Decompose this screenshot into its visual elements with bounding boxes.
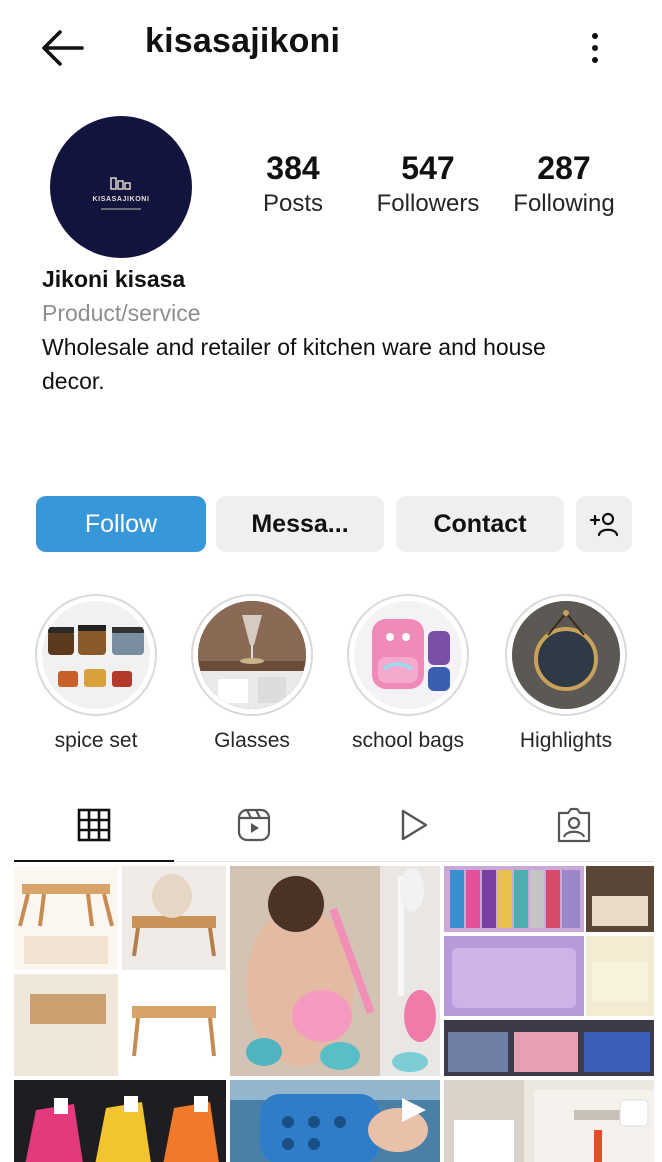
highlight-school-bags[interactable]: school bags bbox=[346, 594, 470, 754]
tab-posts-grid[interactable] bbox=[14, 790, 174, 860]
following-count: 287 bbox=[537, 150, 591, 186]
highlight-ring bbox=[505, 594, 627, 716]
post-thumbnail[interactable] bbox=[444, 866, 654, 1076]
highlight-thumbnail bbox=[42, 601, 150, 709]
highlight-spice-set[interactable]: spice set bbox=[34, 594, 158, 754]
more-options-button[interactable] bbox=[580, 28, 610, 68]
highlight-thumbnail bbox=[512, 601, 620, 709]
content-tabs bbox=[14, 790, 654, 864]
post-thumbnail[interactable] bbox=[14, 866, 226, 1076]
contact-button[interactable]: Contact bbox=[396, 496, 564, 552]
posts-count: 384 bbox=[266, 150, 320, 186]
highlight-label: spice set bbox=[54, 729, 138, 752]
following-label: Following bbox=[513, 190, 615, 217]
tab-videos[interactable] bbox=[334, 790, 494, 860]
highlight-ring bbox=[35, 594, 157, 716]
highlight-thumbnail bbox=[198, 601, 306, 709]
reels-icon bbox=[237, 808, 271, 842]
highlight-label: school bags bbox=[351, 729, 465, 752]
highlight-label: Highlights bbox=[519, 729, 613, 752]
tab-tagged[interactable] bbox=[494, 790, 654, 860]
highlight-thumbnail bbox=[354, 601, 462, 709]
followers-count: 547 bbox=[401, 150, 455, 186]
message-button[interactable]: Messa... bbox=[216, 496, 384, 552]
followers-stat[interactable]: 547 Followers bbox=[365, 148, 491, 220]
brand-logo-icon bbox=[110, 177, 131, 190]
avatar-logo-text: KISASAJIKONI bbox=[92, 196, 150, 203]
highlight-ring bbox=[347, 594, 469, 716]
more-vertical-icon bbox=[592, 33, 598, 63]
profile-category: Product/service bbox=[42, 300, 201, 326]
post-thumbnail[interactable] bbox=[230, 1080, 440, 1162]
tab-reels[interactable] bbox=[174, 790, 334, 860]
followers-label: Followers bbox=[376, 190, 480, 217]
bio-text: Wholesale and retailer of kitchen ware a… bbox=[42, 334, 546, 394]
highlight-ring bbox=[191, 594, 313, 716]
active-tab-indicator bbox=[14, 860, 174, 862]
display-name: Jikoni kisasa bbox=[42, 266, 186, 292]
follow-button[interactable]: Follow bbox=[36, 496, 206, 552]
post-thumbnail[interactable] bbox=[230, 866, 440, 1076]
post-thumbnail[interactable] bbox=[14, 1080, 226, 1162]
following-stat[interactable]: 287 Following bbox=[500, 148, 628, 220]
back-button[interactable] bbox=[40, 26, 88, 70]
grid-icon bbox=[77, 808, 111, 842]
highlight-glasses[interactable]: Glasses bbox=[190, 594, 314, 754]
profile-avatar[interactable]: KISASAJIKONI bbox=[50, 116, 192, 258]
profile-username: kisasajikoni bbox=[145, 22, 341, 60]
top-bar: kisasajikoni bbox=[0, 0, 662, 96]
highlight-highlights[interactable]: Highlights bbox=[504, 594, 628, 754]
avatar-logo-underline bbox=[101, 208, 141, 210]
play-icon bbox=[401, 809, 428, 841]
posts-label: Posts bbox=[262, 190, 324, 217]
suggested-accounts-button[interactable] bbox=[576, 496, 632, 552]
post-thumbnail[interactable] bbox=[444, 1080, 654, 1162]
arrow-left-icon bbox=[42, 30, 84, 66]
posts-stat[interactable]: 384 Posts bbox=[250, 148, 336, 220]
highlight-label: Glasses bbox=[214, 729, 290, 752]
posts-grid bbox=[14, 866, 654, 1162]
profile-bio: Jikoni kisasa Product/service Wholesale … bbox=[42, 262, 622, 398]
add-person-icon bbox=[589, 512, 619, 537]
tagged-icon bbox=[557, 807, 591, 843]
